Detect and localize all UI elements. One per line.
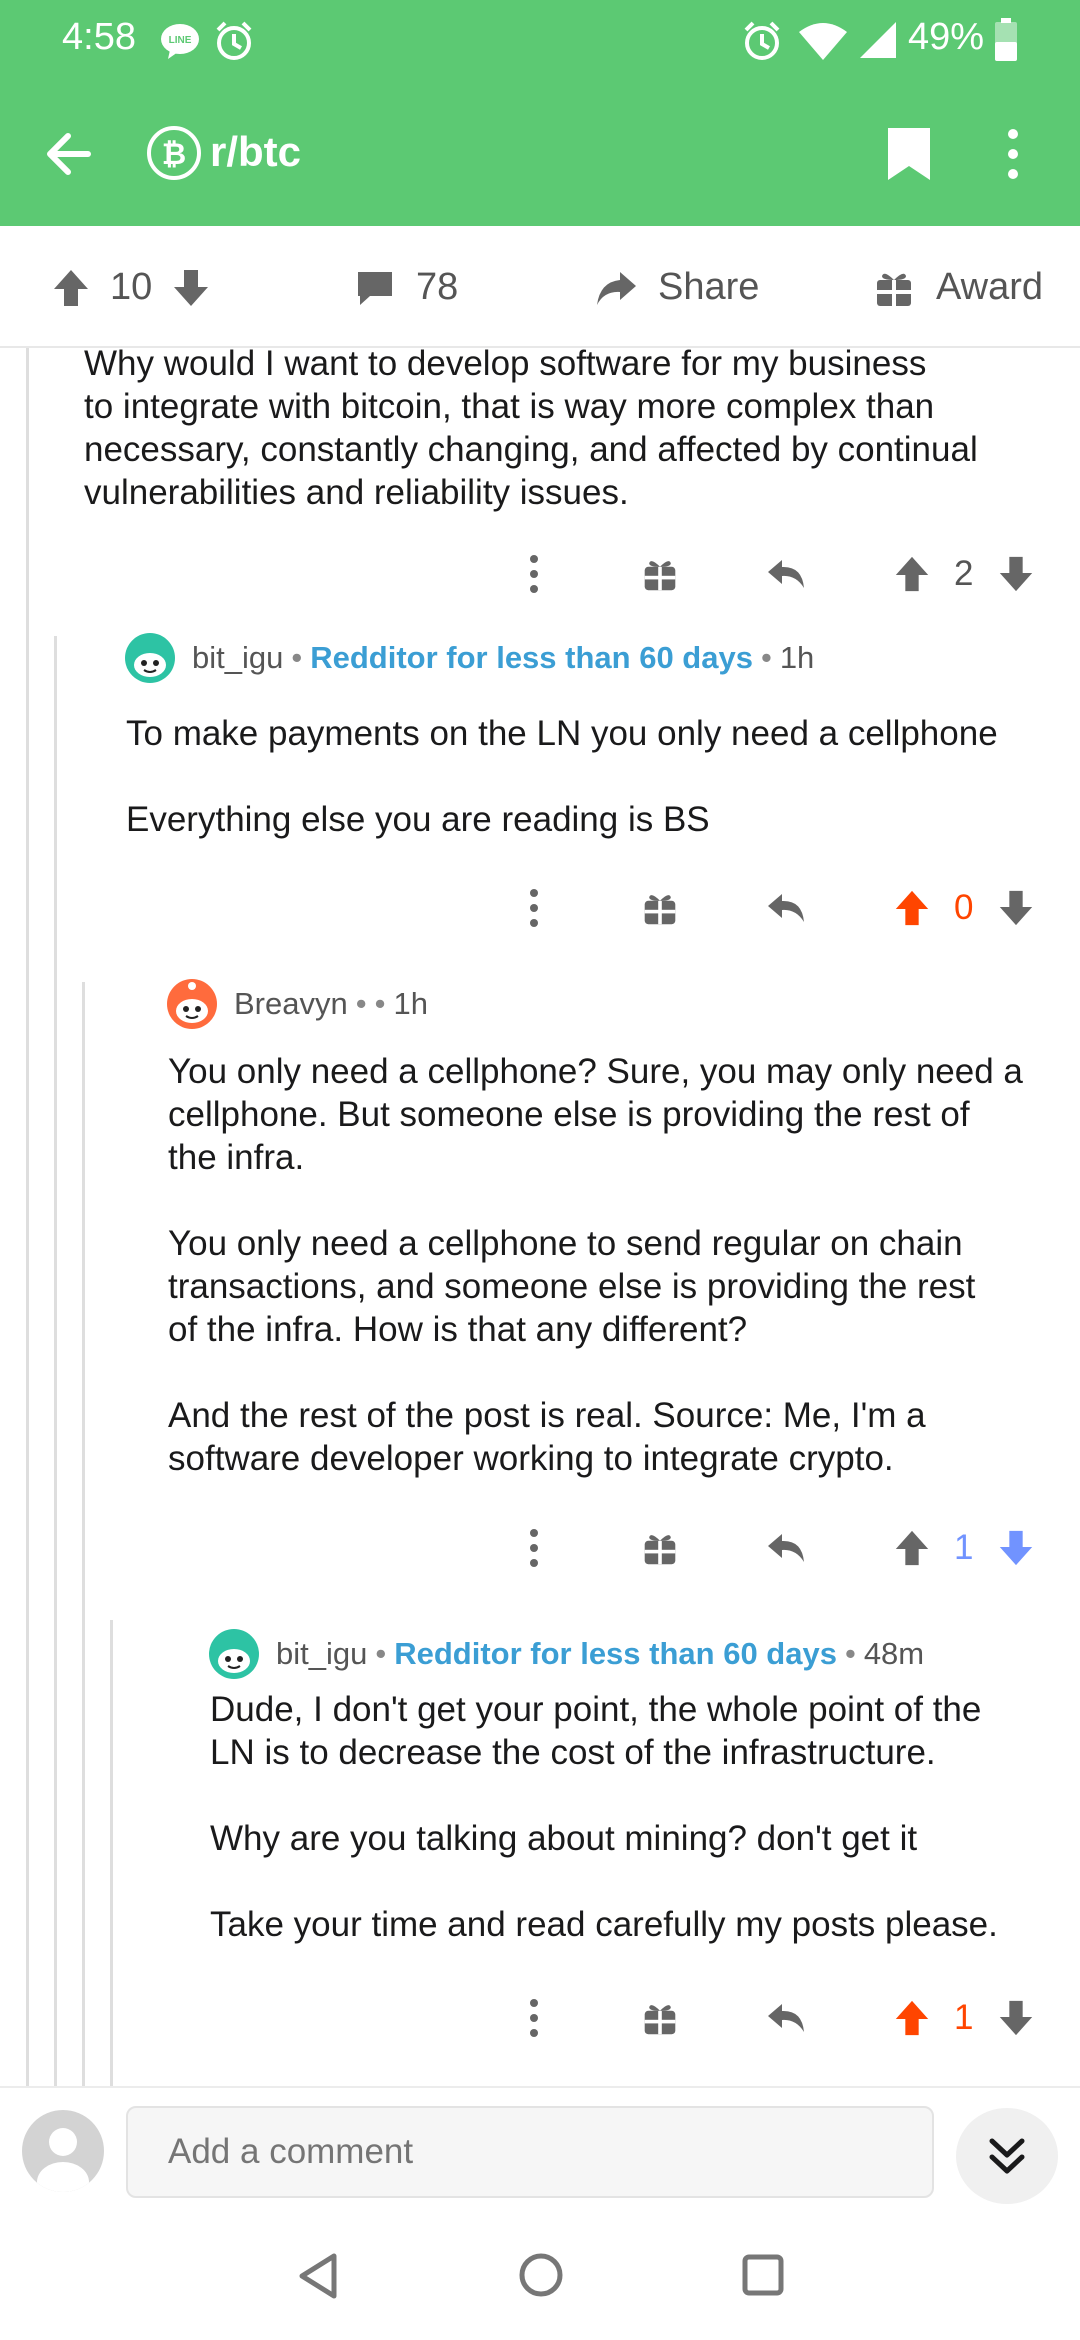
gift-icon[interactable] [642,2000,678,2041]
comment-composer [0,2086,1080,2216]
comment-meta: Breavyn • • 1h [166,978,428,1030]
share-button[interactable]: Share [594,266,759,309]
comment-score: 2 [954,554,974,593]
post-vote-group: 10 [50,266,212,309]
gift-icon[interactable] [642,556,678,597]
battery-percent: 49% [907,16,984,58]
comment-author[interactable]: bit_igu [192,640,283,676]
thread-line [110,1620,113,2088]
avatar[interactable] [166,978,218,1030]
downvote-icon[interactable] [996,1528,1036,1573]
signal-icon [858,20,898,65]
double-chevron-down-icon [989,2138,1025,2174]
svg-text:LINE: LINE [169,35,192,46]
more-vertical-icon[interactable] [1006,128,1020,185]
comment-author[interactable]: bit_igu [276,1636,367,1672]
gift-icon[interactable] [642,890,678,931]
more-options-icon[interactable] [528,888,540,933]
reply-icon[interactable] [766,556,808,597]
reply-icon[interactable] [766,2000,808,2041]
comment-meta: bit_igu • Redditor for less than 60 days… [124,632,814,684]
comment-thread: Why would I want to develop software for… [0,348,1080,2088]
user-avatar[interactable] [22,2110,104,2192]
comment-score: 1 [954,1998,974,2037]
thread-line [82,982,85,2088]
downvote-icon[interactable] [996,1998,1036,2043]
gift-icon [874,268,914,308]
post-action-bar: 10 78 Share Award [0,226,1080,348]
more-options-icon[interactable] [528,1998,540,2043]
upvote-icon[interactable] [892,1998,932,2043]
comment-actions [520,368,1060,428]
thread-line [54,636,57,2088]
line-icon: LINE [160,22,200,65]
downvote-icon[interactable] [996,888,1036,933]
gift-icon[interactable] [642,1530,678,1571]
comment-author[interactable]: Breavyn [234,986,348,1022]
post-comments-button[interactable]: 78 [354,266,458,309]
thread-line [26,348,29,2088]
svg-text:₿: ₿ [162,137,186,172]
comment-body: You only need a cellphone? Sure, you may… [168,1052,1023,1478]
share-icon [594,268,638,308]
status-time: 4:58 [62,16,136,58]
reply-icon[interactable] [766,890,808,931]
comment-age: 48m [863,1636,925,1671]
upvote-icon[interactable] [892,888,932,933]
post-score: 10 [110,266,153,308]
add-comment-input[interactable] [126,2106,934,2198]
bitcoin-icon: ₿ [146,125,202,186]
status-bar: 4:58 LINE 49% [0,0,1080,82]
next-comment-button[interactable] [956,2108,1058,2204]
nav-back-icon[interactable] [296,2252,340,2305]
app-bar: ₿ r/btc [0,100,1080,210]
comment-meta: bit_igu • Redditor for less than 60 days… [208,1628,924,1680]
award-button[interactable]: Award [874,266,1043,309]
comment-age: 1h [393,986,428,1021]
avatar[interactable] [124,632,176,684]
downvote-icon[interactable] [170,267,212,309]
comment-body: To make payments on the LN you only need… [126,714,998,839]
more-options-icon[interactable] [528,1528,540,1573]
downvote-icon[interactable] [996,554,1036,599]
comment-icon [354,268,396,308]
bookmark-icon[interactable] [884,124,934,189]
comment-score: 0 [954,888,974,927]
upvote-icon[interactable] [50,267,92,309]
comment-body: Dude, I don't get your point, the whole … [210,1690,998,1944]
alarm-icon [742,20,782,67]
alarm-icon [214,20,254,67]
upvote-icon[interactable] [892,554,932,599]
wifi-icon [798,22,848,67]
top-bar: 4:58 LINE 49% ₿ r/btc [0,0,1080,226]
comments-count: 78 [416,266,459,308]
user-flair: Redditor for less than 60 days [394,1636,837,1671]
subreddit-title[interactable]: r/btc [210,128,301,176]
user-flair: Redditor for less than 60 days [310,640,753,675]
more-options-icon[interactable] [528,554,540,599]
reply-icon[interactable] [766,1530,808,1571]
battery-icon [994,18,1018,67]
navigation-bar [0,2216,1080,2340]
nav-home-icon[interactable] [518,2252,564,2303]
share-label: Share [658,266,760,308]
award-label: Award [936,266,1044,308]
comment-age: 1h [779,640,815,675]
avatar[interactable] [208,1628,260,1680]
back-arrow-icon[interactable] [40,126,96,187]
nav-recents-icon[interactable] [742,2254,784,2301]
upvote-icon[interactable] [892,1528,932,1573]
comment-score: 1 [954,1528,974,1567]
